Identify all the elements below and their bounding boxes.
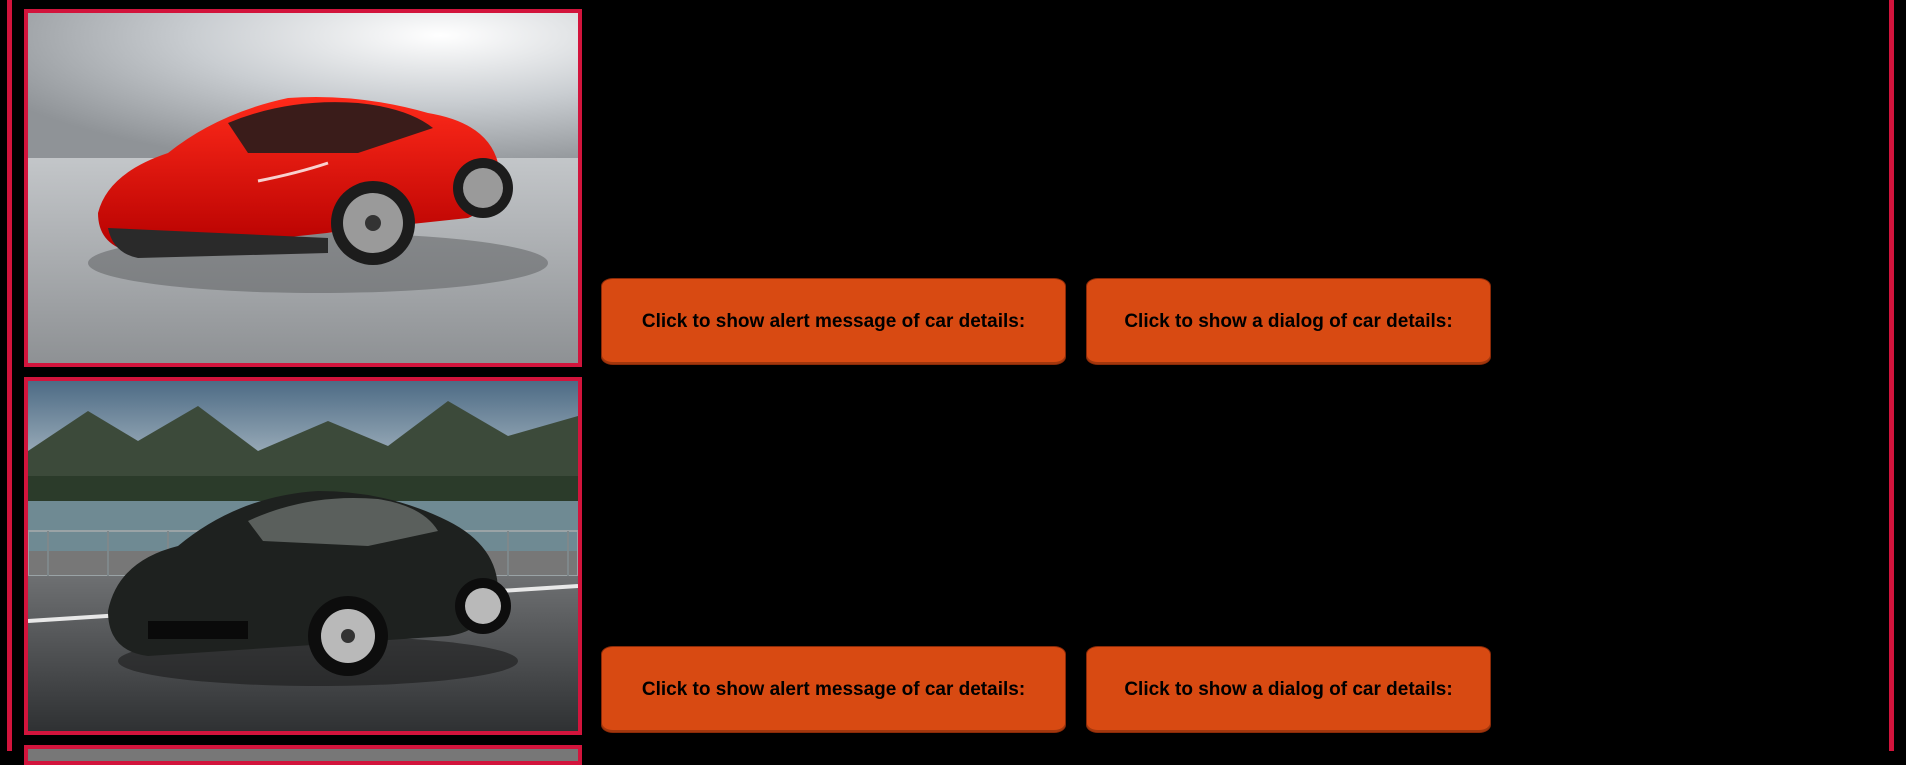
black-coupe-illustration (28, 381, 578, 731)
show-alert-button[interactable]: Click to show alert message of car detai… (601, 646, 1066, 733)
show-dialog-button[interactable]: Click to show a dialog of car details: (1086, 278, 1491, 365)
page-container: Click to show alert message of car detai… (7, 0, 1894, 765)
car-image-black-coupe (24, 377, 582, 735)
car-image-partial (24, 745, 582, 765)
show-alert-button[interactable]: Click to show alert message of car detai… (601, 278, 1066, 365)
car-image-red-sports-car (24, 9, 582, 367)
show-dialog-button[interactable]: Click to show a dialog of car details: (1086, 646, 1491, 733)
red-sports-car-illustration (28, 13, 578, 363)
